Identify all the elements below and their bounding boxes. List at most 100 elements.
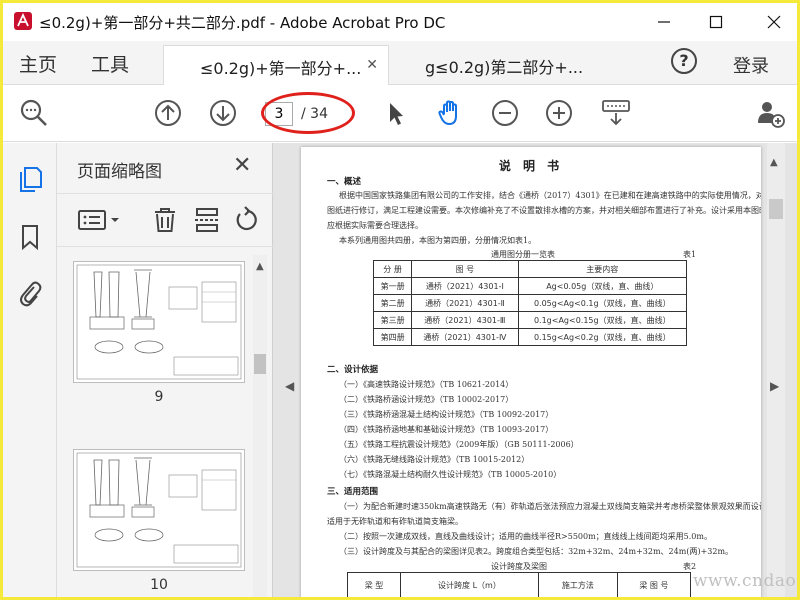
table-cell: 第三册	[372, 311, 413, 329]
zoom-in-icon[interactable]	[544, 98, 574, 128]
table-cell: 通桥（2021）4301-Ⅲ	[411, 311, 519, 329]
table-cell: 0.05g<Ag<0.1g（双线，直、曲线）	[517, 294, 688, 312]
minimize-button[interactable]	[641, 3, 687, 41]
bookmarks-icon[interactable]	[17, 223, 43, 251]
paragraph-line: 本系列通用图共四册，本图为第四册，分册情况如表1。	[339, 236, 537, 245]
table-header-cell: 主要内容	[517, 260, 688, 278]
next-page-icon[interactable]	[208, 98, 238, 128]
keyboard-scroll-icon[interactable]	[601, 98, 631, 128]
reference-item: （七）《铁路混凝土结构耐久性设计规范》（TB 10005-2010）	[339, 470, 562, 479]
app-window: ≤0.2g)+第一部分+共二部分.pdf - Adobe Acrobat Pro…	[0, 0, 800, 600]
expand-right-panel-arrow-icon[interactable]: ▶	[770, 379, 779, 393]
table-row: 第四册 通桥（2021）4301-Ⅳ 0.15g<Ag<0.2g（双线，直、曲线…	[372, 328, 688, 346]
span-table: 梁 型 设计跨度 L（m） 施工方法 梁 图 号	[347, 572, 692, 597]
document-viewport[interactable]: ◀ 说 明 书 一、概述 根据中国国家铁路集团有限公司的工作安排，结合《通桥（2…	[273, 143, 797, 597]
table-cell: 第一册	[372, 277, 413, 295]
help-icon[interactable]: ?	[671, 48, 697, 74]
table-header-cell: 分 册	[372, 260, 413, 278]
collapse-panel-arrow-icon[interactable]: ◀	[285, 379, 294, 393]
page-thumbnail[interactable]	[73, 449, 245, 571]
paragraph-line: 应根据实际需要合理选择。	[327, 221, 423, 230]
watermark-text: www.cndao.com	[693, 571, 797, 591]
reference-item: （五）《铁路工程抗震设计规范》（2009年版）（GB 50111-2006）	[339, 440, 579, 449]
select-cursor-icon[interactable]	[381, 98, 411, 128]
table-row: 第一册 通桥（2021）4301-Ⅰ Ag<0.05g（双线，直、曲线）	[372, 277, 688, 295]
close-icon	[767, 15, 781, 29]
paragraph-line: （二）按照一次建成双线，直线及曲线设计；适用的曲线半径R>5500m；直线线上线…	[339, 532, 712, 541]
table-row: 第三册 通桥（2021）4301-Ⅲ 0.1g<Ag<0.15g（双线，直、曲线…	[372, 311, 688, 329]
reference-item: （二）《铁路桥涵设计规范》（TB 10002-2017）	[339, 395, 514, 404]
maximize-icon	[709, 15, 723, 29]
volume-table: 分 册 图 号 主要内容 第一册 通桥（2021）4301-Ⅰ Ag<0.05g…	[372, 260, 688, 346]
table-caption: 通用图分册一览表	[491, 250, 555, 259]
reference-item: （一）《高速铁路设计规范》（TB 10621-2014）	[339, 380, 514, 389]
tab-label: g≤0.2g)第二部分+...	[425, 58, 584, 77]
zoom-search-icon[interactable]	[19, 98, 49, 128]
section-heading: 二、设计依据	[327, 365, 379, 375]
maximize-button[interactable]	[693, 3, 739, 41]
pdf-page: 说 明 书 一、概述 根据中国国家铁路集团有限公司的工作安排，结合《通桥（201…	[301, 147, 761, 597]
paragraph-line: （三）设计跨度及与其配合的梁图详见表2。跨度组合类型包括：32m+32m、24m…	[339, 547, 734, 556]
drawing-thumbnail-icon	[76, 264, 242, 380]
attachments-icon[interactable]	[17, 279, 43, 307]
tab-document-1[interactable]: ≤0.2g)+第一部分+... ✕	[163, 45, 389, 85]
scroll-up-arrow-icon[interactable]: ▲	[256, 261, 264, 272]
table-header-row: 分 册 图 号 主要内容	[372, 260, 688, 278]
share-user-icon[interactable]	[755, 98, 785, 128]
table-cell: 0.1g<Ag<0.15g（双线，直、曲线）	[517, 311, 688, 329]
page-thumbnails-icon[interactable]	[17, 165, 43, 193]
title-bar: ≤0.2g)+第一部分+共二部分.pdf - Adobe Acrobat Pro…	[3, 3, 797, 41]
panel-toolbar	[57, 193, 273, 247]
paragraph-line: 适用于无砟轨道和有砟轨道简支箱梁。	[327, 517, 463, 526]
zoom-out-icon[interactable]	[490, 98, 520, 128]
panel-title: 页面缩略图	[77, 162, 162, 182]
acrobat-app-icon	[14, 12, 32, 30]
doc-scroll-up-arrow-icon[interactable]: ▲	[770, 157, 778, 168]
login-button[interactable]: 登录	[733, 52, 769, 78]
table-header-row: 梁 型 设计跨度 L（m） 施工方法 梁 图 号	[347, 572, 692, 597]
paragraph-line: 图纸进行修订，满足工程建设需要。本次修编补充了不设置散排水槽的方案，并对相关细部…	[327, 206, 761, 215]
table-cell: 通桥（2021）4301-Ⅰ	[411, 277, 519, 295]
toolbar: / 34	[3, 86, 797, 142]
page-thumbnail[interactable]	[73, 261, 245, 383]
hand-tool-icon[interactable]	[435, 98, 465, 128]
thumbnail-scroll-handle[interactable]	[254, 354, 266, 374]
menu-tools[interactable]: 工具	[91, 50, 129, 77]
table-header-cell: 梁 型	[347, 572, 401, 597]
previous-page-icon[interactable]	[153, 98, 183, 128]
rotate-page-icon[interactable]	[233, 206, 261, 234]
reference-item: （六）《铁路无缝线路设计规范》（TB 10015-2012）	[339, 455, 530, 464]
table-header-cell: 施工方法	[537, 572, 618, 597]
extract-page-icon[interactable]	[193, 206, 221, 234]
tab-label: ≤0.2g)+第一部分+...	[200, 59, 362, 78]
table-header-cell: 梁 图 号	[616, 572, 692, 597]
thumbnail-scrollbar[interactable]	[253, 255, 267, 597]
table-cell: 第四册	[372, 328, 413, 346]
table-number: 表1	[683, 250, 697, 259]
tab-document-2[interactable]: g≤0.2g)第二部分+...	[389, 45, 615, 85]
table-caption: 设计跨度及梁图	[491, 562, 547, 571]
delete-page-icon[interactable]	[151, 206, 179, 234]
table-cell: 通桥（2021）4301-Ⅳ	[411, 328, 519, 346]
thumbnail-options-icon[interactable]	[77, 206, 123, 234]
paragraph-line: （一）为配合新建时速350km高速铁路无（有）砟轨道后张法预应力混凝土双线简支箱…	[339, 502, 761, 511]
table-cell: 0.15g<Ag<0.2g（双线，直、曲线）	[517, 328, 688, 346]
document-heading: 说 明 书	[498, 159, 564, 173]
menu-home[interactable]: 主页	[19, 50, 57, 77]
table-cell: 第二册	[372, 294, 413, 312]
window-title: ≤0.2g)+第一部分+共二部分.pdf - Adobe Acrobat Pro…	[39, 14, 446, 32]
minimize-icon	[658, 21, 670, 23]
panel-close-icon[interactable]: ✕	[233, 153, 251, 178]
reference-item: （三）《铁路桥涵混凝土结构设计规范》（TB 10092-2017）	[339, 410, 554, 419]
paragraph-line: 根据中国国家铁路集团有限公司的工作安排，结合《通桥（2017）4301》在已建和…	[339, 191, 761, 200]
reference-item: （四）《铁路桥涵地基和基础设计规范》（TB 10093-2017）	[339, 425, 554, 434]
table-header-cell: 图 号	[411, 260, 519, 278]
document-scroll-handle[interactable]	[769, 199, 783, 219]
tab-close-icon[interactable]: ✕	[366, 57, 378, 73]
page-highlight-annotation	[261, 92, 355, 134]
close-window-button[interactable]	[751, 3, 797, 41]
thumbnail-panel: 页面缩略图 ✕ ▲ 9 10	[57, 143, 273, 597]
left-rail	[3, 143, 57, 597]
table-header-cell: 设计跨度 L（m）	[399, 572, 539, 597]
tab-row: 主页 工具 ≤0.2g)+第一部分+... ✕ g≤0.2g)第二部分+... …	[3, 41, 797, 85]
